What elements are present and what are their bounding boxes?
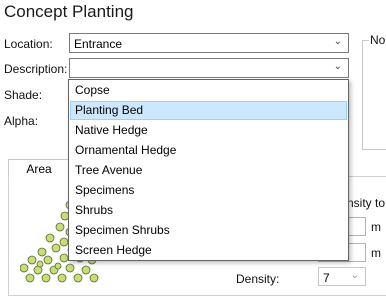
plant-circle: [41, 273, 51, 283]
density-label: Density:: [236, 272, 280, 286]
plant-circle: [59, 237, 69, 247]
page-title: Concept Planting: [4, 2, 134, 21]
dropdown-option-copse[interactable]: Copse: [70, 81, 347, 100]
dropdown-option-planting-bed[interactable]: Planting Bed: [70, 101, 347, 120]
plant-circle: [65, 263, 75, 273]
density-combobox[interactable]: 7 ⌄: [318, 267, 366, 286]
plant-circle: [36, 260, 44, 268]
description-label: Description:: [4, 62, 68, 76]
dropdown-option-specimen-shrubs[interactable]: Specimen Shrubs: [70, 221, 347, 240]
tab-area-label: Area: [26, 162, 52, 176]
plant-circle: [43, 255, 53, 265]
dropdown-option-specimens[interactable]: Specimens: [70, 181, 347, 200]
plant-circle: [73, 273, 83, 283]
unit-label-2: m: [371, 246, 381, 260]
shade-label: Shade:: [4, 88, 43, 102]
description-combobox[interactable]: ⌄: [69, 58, 349, 78]
chevron-down-icon[interactable]: ⌄: [334, 36, 342, 47]
plant-circle: [25, 273, 35, 283]
location-combobox[interactable]: Entrance ⌄: [69, 33, 349, 53]
dropdown-option-native-hedge[interactable]: Native Hedge: [70, 121, 347, 140]
description-dropdown-list: Copse Planting Bed Native Hedge Ornament…: [68, 79, 349, 261]
chevron-down-icon[interactable]: ⌄: [351, 270, 359, 281]
plant-circle: [81, 265, 91, 275]
plant-circle: [59, 253, 69, 263]
dropdown-option-screen-hedge[interactable]: Screen Hedge: [70, 241, 347, 260]
alpha-label: Alpha:: [4, 114, 39, 128]
plant-circle: [27, 255, 37, 265]
chevron-down-icon[interactable]: ⌄: [334, 61, 342, 72]
location-label: Location:: [4, 37, 53, 51]
plant-circle: [20, 263, 29, 273]
notes-groupbox: [362, 40, 386, 150]
plant-circle: [45, 233, 55, 243]
plant-circle: [54, 262, 62, 270]
plant-circle: [89, 273, 99, 283]
notes-label: No: [369, 33, 386, 47]
location-value: Entrance: [74, 37, 123, 51]
plant-circle: [55, 222, 65, 232]
dropdown-option-tree-avenue[interactable]: Tree Avenue: [70, 161, 347, 180]
unit-label-1: m: [371, 220, 381, 234]
density-to-label: nsity to: [347, 196, 386, 210]
plant-circle: [51, 243, 61, 253]
tab-area[interactable]: Area: [8, 159, 70, 177]
dropdown-option-ornamental-hedge[interactable]: Ornamental Hedge: [70, 141, 347, 160]
plant-circle: [57, 273, 67, 283]
plant-circle: [37, 247, 47, 257]
dropdown-option-shrubs[interactable]: Shrubs: [70, 201, 347, 220]
